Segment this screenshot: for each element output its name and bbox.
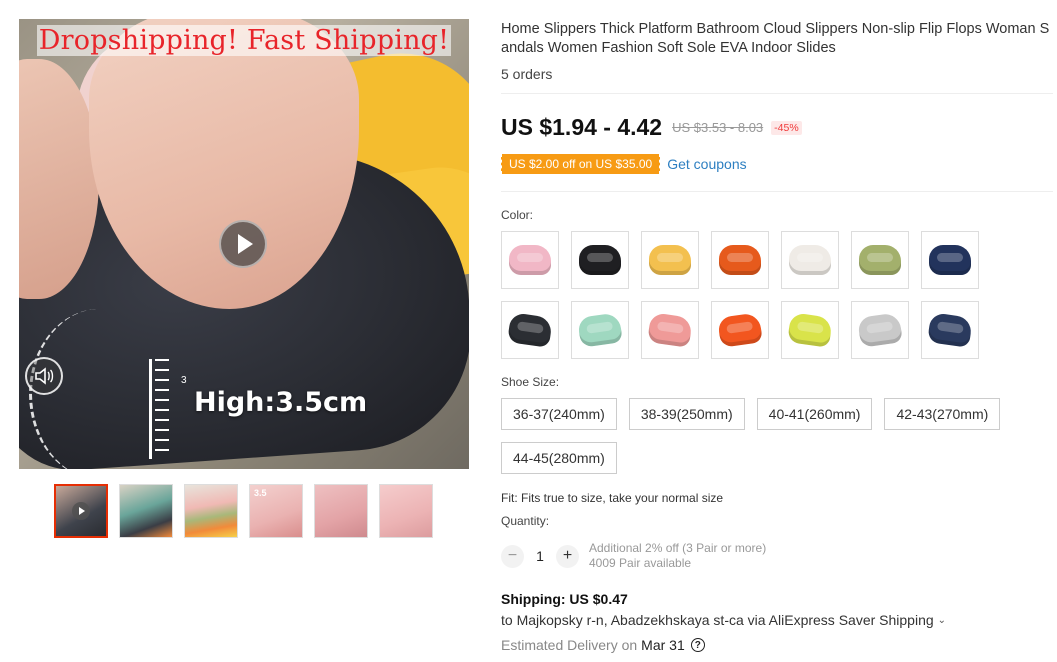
shipping-destination[interactable]: to Majkopsky r-n, Abadzekhskaya st-ca vi… (501, 612, 946, 628)
color-swatch[interactable] (921, 301, 979, 359)
thumbnail-image (380, 485, 432, 537)
thumbnail-image (120, 485, 172, 537)
discount-badge: -45% (771, 120, 802, 135)
color-swatch[interactable] (641, 301, 699, 359)
stock-available-text: 4009 Pair available (589, 556, 692, 570)
color-swatch[interactable] (501, 301, 559, 359)
shipping-destination-text: to Majkopsky r-n, Abadzekhskaya st-ca vi… (501, 612, 934, 628)
thumbnail-image (185, 485, 237, 537)
delivery-date: Mar 31 (641, 637, 685, 653)
orders-count: 5 orders (501, 66, 553, 82)
get-coupons-link[interactable]: Get coupons (667, 156, 746, 172)
main-product-image[interactable]: Dropshipping! Fast Shipping! 3 High:3.5c… (19, 19, 469, 469)
color-swatch[interactable] (711, 231, 769, 289)
slipper-thumbnail (509, 245, 551, 275)
color-swatch[interactable] (571, 231, 629, 289)
original-price: US $3.53 - 8.03 (672, 120, 764, 135)
thumbnail-6[interactable] (379, 484, 433, 538)
quantity-plus-button[interactable]: + (556, 544, 579, 568)
color-swatch[interactable] (781, 231, 839, 289)
slipper-thumbnail (859, 245, 901, 275)
ruler-number: 3 (181, 375, 187, 386)
quantity-stepper: − + Additional 2% off (3 Pair or more) 4… (501, 541, 766, 571)
color-swatch[interactable] (641, 231, 699, 289)
slipper-thumbnail (789, 245, 831, 275)
product-title: Home Slippers Thick Platform Bathroom Cl… (501, 21, 1050, 56)
color-label: Color: (501, 208, 534, 222)
color-swatch-grid (501, 231, 979, 359)
volume-icon (35, 367, 54, 385)
color-swatch[interactable] (851, 301, 909, 359)
color-swatch[interactable] (501, 231, 559, 289)
coupon-badge[interactable]: US $2.00 off on US $35.00 (501, 154, 661, 174)
divider (501, 191, 1053, 192)
slipper-thumbnail (507, 312, 553, 348)
slipper-thumbnail (929, 245, 971, 275)
size-option[interactable]: 36-37(240mm) (501, 398, 617, 430)
thumbnail-3[interactable] (184, 484, 238, 538)
height-measure-label: High:3.5cm (194, 387, 368, 418)
slipper-thumbnail (927, 312, 973, 348)
estimated-delivery: Estimated Delivery on Mar 31 ? (501, 637, 705, 653)
size-option[interactable]: 44-45(280mm) (501, 442, 617, 474)
thumbnail-image (315, 485, 367, 537)
slipper-thumbnail (577, 312, 623, 348)
size-option[interactable]: 42-43(270mm) (884, 398, 1001, 430)
delivery-label: Estimated Delivery on (501, 637, 638, 653)
bulk-discount-text: Additional 2% off (3 Pair or more) (589, 541, 767, 555)
video-play-button[interactable] (219, 220, 267, 268)
thumbnail-video[interactable] (54, 484, 108, 538)
thumbnail-4[interactable]: 3.5 (249, 484, 303, 538)
shoe-size-label: Shoe Size: (501, 375, 560, 389)
slipper-thumbnail (719, 245, 761, 275)
play-icon (237, 234, 253, 254)
image-overlay-title: Dropshipping! Fast Shipping! (36, 25, 452, 56)
chevron-down-icon[interactable]: ⌄ (938, 615, 946, 626)
quantity-minus-button[interactable]: − (501, 544, 524, 568)
volume-button[interactable] (25, 357, 63, 395)
thumbnail-label: 3.5 (254, 488, 267, 498)
thumbnail-5[interactable] (314, 484, 368, 538)
size-option[interactable]: 40-41(260mm) (756, 398, 873, 430)
color-swatch[interactable] (711, 301, 769, 359)
slipper-thumbnail (647, 312, 693, 348)
size-options: 36-37(240mm) 38-39(250mm) 40-41(260mm) 42-4… (501, 398, 1053, 474)
shipping-cost: Shipping: US $0.47 (501, 591, 628, 607)
slipper-thumbnail (649, 245, 691, 275)
quantity-info: Additional 2% off (3 Pair or more) 4009 … (589, 541, 766, 571)
coupon-row: US $2.00 off on US $35.00 Get coupons (501, 154, 747, 174)
ruler-graphic (149, 359, 173, 459)
slipper-thumbnail (787, 312, 833, 348)
play-icon (72, 502, 90, 520)
thumbnail-strip: 3.5 (54, 484, 433, 538)
current-price: US $1.94 - 4.42 (501, 114, 663, 140)
color-swatch[interactable] (851, 231, 909, 289)
quantity-label: Quantity: (501, 514, 550, 528)
fit-note: Fit: Fits true to size, take your normal… (501, 491, 724, 505)
quantity-input[interactable] (524, 548, 556, 564)
divider (501, 93, 1053, 94)
color-swatch[interactable] (571, 301, 629, 359)
slipper-thumbnail (857, 312, 903, 348)
thumbnail-2[interactable] (119, 484, 173, 538)
price-row: US $1.94 - 4.42 US $3.53 - 8.03 -45% (501, 114, 802, 141)
slipper-thumbnail (579, 245, 621, 275)
color-swatch[interactable] (921, 231, 979, 289)
slipper-thumbnail (717, 312, 763, 348)
help-icon[interactable]: ? (690, 638, 705, 652)
size-option[interactable]: 38-39(250mm) (628, 398, 745, 430)
color-swatch[interactable] (781, 301, 839, 359)
